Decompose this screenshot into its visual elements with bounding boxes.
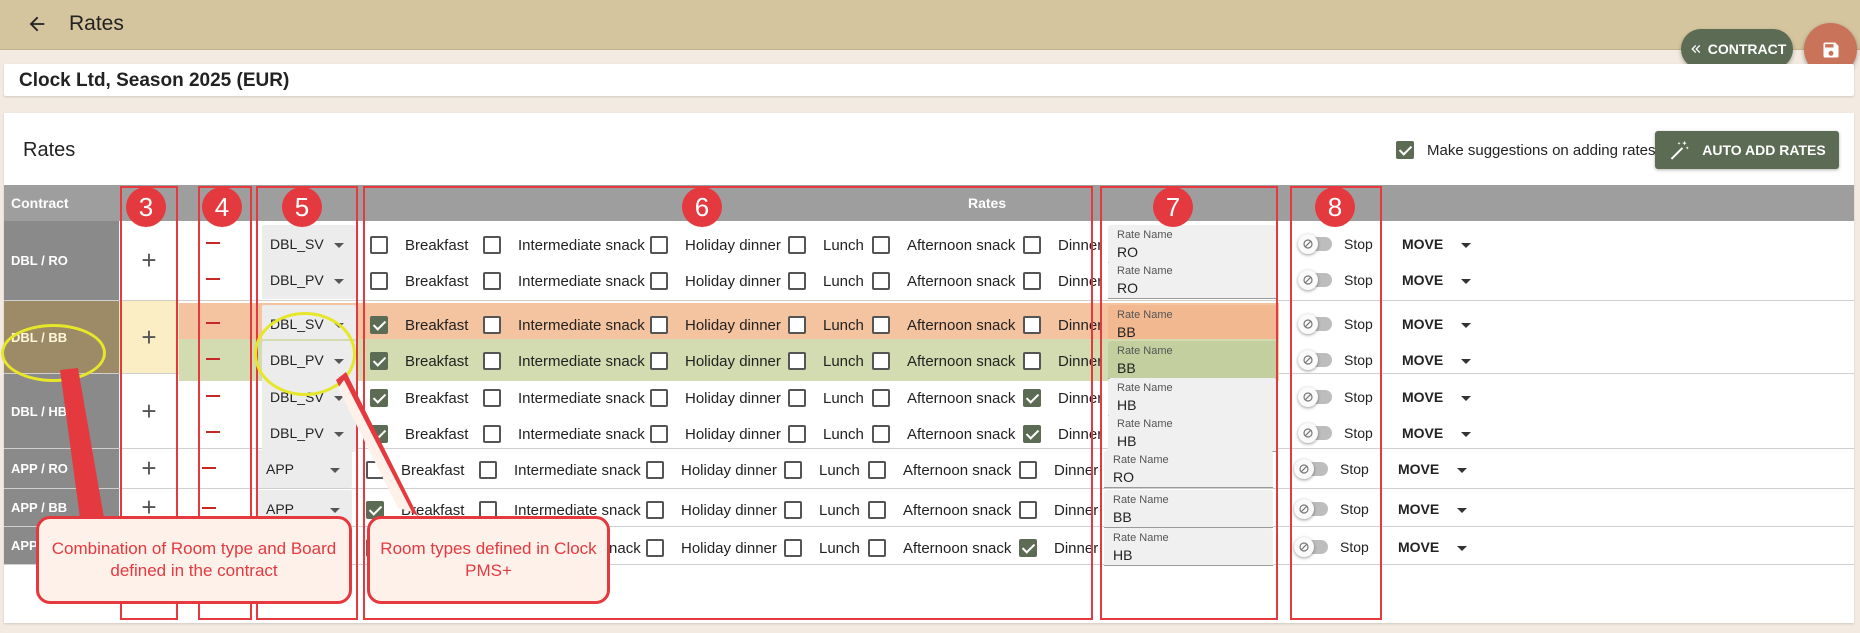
callout-contract-combination: Combination of Room type and Board defin… — [36, 516, 352, 604]
callout-pointer-left — [60, 368, 104, 518]
callout-pointer-right-fill — [338, 380, 412, 512]
callout-pms-room-types: Room types defined in Clock PMS+ — [367, 516, 610, 604]
